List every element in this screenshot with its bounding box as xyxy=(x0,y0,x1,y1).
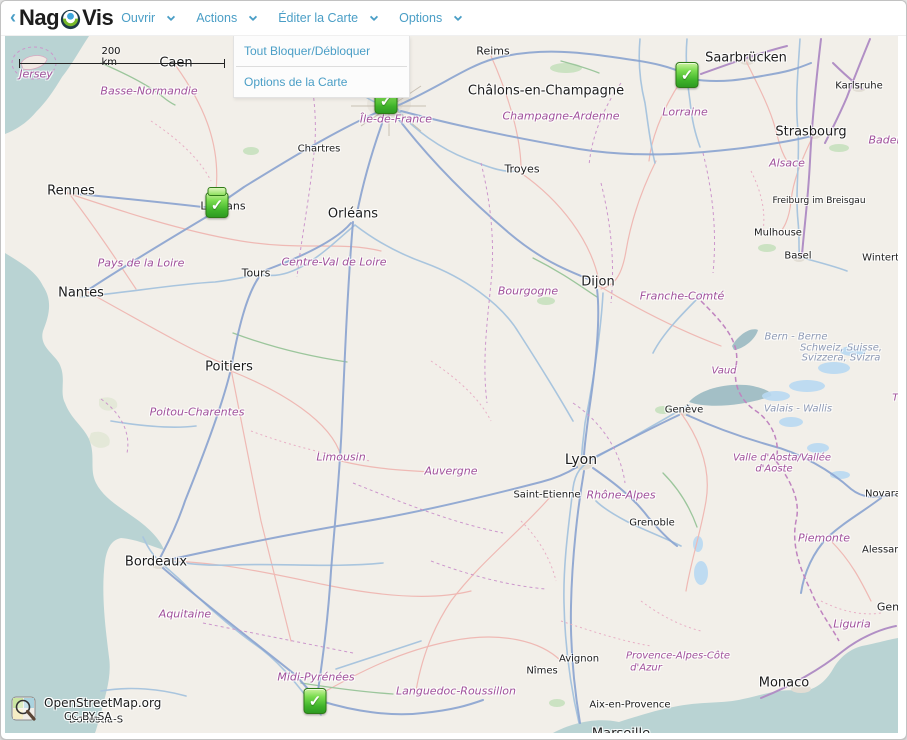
map-marker-ok[interactable]: ✓ xyxy=(304,688,327,714)
map-label-city: Orléans xyxy=(328,207,378,222)
osm-attribution: OpenStreetMap.org CC-BY-SA xyxy=(11,696,161,723)
map-label-region: Rhône-Alpes xyxy=(586,489,655,502)
map-label-city: Bordeaux xyxy=(125,555,187,570)
map-marker-ok[interactable]: ✓ xyxy=(206,192,229,218)
menu-options[interactable]: Options xyxy=(399,11,461,25)
menu-editer-la-carte[interactable]: Éditer la Carte xyxy=(278,11,377,25)
main-menu: Ouvrir Actions Éditer la Carte Options xyxy=(121,11,461,25)
logo-text-prefix: Nag xyxy=(19,5,59,31)
map-label-region: Franche-Comté xyxy=(640,290,725,303)
map-label-city: Tours xyxy=(242,267,271,280)
map-label-region: Lorraine xyxy=(662,106,707,119)
globe-icon xyxy=(60,9,81,30)
map-label-region: Jersey xyxy=(19,68,53,81)
map-label-city: Monaco xyxy=(759,676,809,691)
map-label-city: Strasbourg xyxy=(775,125,846,140)
check-icon: ✓ xyxy=(309,692,322,710)
chevron-down-icon xyxy=(454,12,462,20)
map-label-region: Basse-Normandie xyxy=(100,85,197,98)
menu-actions-label: Actions xyxy=(196,11,237,25)
map-label-country: Svizzera, Svizra xyxy=(802,353,881,364)
map-label-region: Champagne-Ardenne xyxy=(502,110,619,123)
back-arrow-icon[interactable]: ‹ xyxy=(10,7,16,28)
chevron-down-icon xyxy=(370,12,378,20)
map-label-city: Saint-Etienne xyxy=(513,490,580,501)
map-overlay: CaenReimsSaarbrückenChâlons-en-Champagne… xyxy=(5,36,898,733)
map-label-region: Provence-Alpes-Côte xyxy=(626,651,730,662)
map-label-region: Ticino xyxy=(892,393,898,404)
map-label-region: Languedoc-Roussillon xyxy=(396,685,516,698)
map-label-city: Basel xyxy=(784,251,811,262)
map-label-city: Nantes xyxy=(58,286,104,301)
map-label-region: Piemonte xyxy=(798,532,850,545)
chevron-down-icon xyxy=(167,12,175,20)
map-label-city: Grenoble xyxy=(629,518,675,529)
map-label-city: Poitiers xyxy=(205,360,253,375)
check-icon: ✓ xyxy=(681,66,694,84)
map-label-region: Valle d'Aosta/Vallée xyxy=(733,453,831,464)
map-label-city: Mulhouse xyxy=(754,228,802,239)
map-label-country: Bern - Berne xyxy=(764,332,827,343)
map-label-region: Vaud xyxy=(711,366,736,377)
map-label-city: Saarbrücken xyxy=(705,51,787,66)
menu-actions[interactable]: Actions xyxy=(196,11,256,25)
map-label-city: Lyon xyxy=(565,452,597,468)
edit-map-dropdown: Tout Bloquer/Débloquer Options de la Car… xyxy=(233,36,410,98)
map-label-country: Valais - Wallis xyxy=(764,404,832,415)
map-label-city: Alessandria xyxy=(862,545,898,556)
openstreetmap-logo-icon[interactable] xyxy=(11,696,38,723)
map-label-region: Auvergne xyxy=(424,465,477,478)
menu-options-label: Options xyxy=(399,11,442,25)
map-label-city: Reims xyxy=(476,45,509,58)
map-label-region: Poitou-Charentes xyxy=(150,406,245,419)
osm-license: CC-BY-SA xyxy=(64,711,161,723)
menu-ouvrir[interactable]: Ouvrir xyxy=(121,11,174,25)
map-label-city: Freiburg im Breisgau xyxy=(772,196,865,206)
nagvis-window: ‹ Nag Vis Ouvrir Actions Éditer la Carte xyxy=(0,0,907,740)
map-label-region: Limousin xyxy=(316,451,365,464)
map-label-region: Bourgogne xyxy=(498,285,558,298)
osm-link[interactable]: OpenStreetMap.org xyxy=(44,696,161,710)
map-label-city: Dijon xyxy=(581,275,614,290)
map-label-region: Île-de-France xyxy=(360,113,432,126)
chevron-down-icon xyxy=(249,12,257,20)
menu-editer-label: Éditer la Carte xyxy=(278,11,358,25)
map-label-city: Genève xyxy=(665,405,703,416)
nagvis-logo[interactable]: Nag Vis xyxy=(19,5,113,31)
map-label-city: Avignon xyxy=(559,654,599,665)
map-label-region: Liguria xyxy=(833,618,870,631)
map-label-region: Midi-Pyrénées xyxy=(277,671,354,684)
map-label-city: Novara xyxy=(865,489,898,500)
logo-text-suffix: Vis xyxy=(82,5,113,31)
scale-label: 200 km xyxy=(101,46,120,68)
header-bar: ‹ Nag Vis Ouvrir Actions Éditer la Carte xyxy=(1,1,906,36)
map-label-city: Aix-en-Provence xyxy=(589,700,670,711)
map-label-region: d'Azur xyxy=(630,663,662,674)
map-label-city: Chartres xyxy=(298,144,341,155)
map-area: 200 km CaenReimsSaarbrückenChâlons-en-Ch… xyxy=(5,36,898,733)
map-label-region: Aquitaine xyxy=(159,608,211,621)
map-label-region: Centre-Val de Loire xyxy=(281,256,386,269)
map-label-city: Winterthur xyxy=(862,253,898,264)
map-label-region: d'Aoste xyxy=(755,464,792,475)
map-label-city: Marseille xyxy=(592,727,650,734)
map-label-city: Karlsruhe xyxy=(835,81,883,92)
map-label-city: Genova xyxy=(877,601,898,614)
map-label-region: Baden xyxy=(868,134,898,147)
map-label-city: Châlons-en-Champagne xyxy=(468,84,624,99)
map-label-city: Rennes xyxy=(47,184,95,199)
map-marker-ok[interactable]: ✓ xyxy=(676,62,699,88)
check-icon: ✓ xyxy=(211,196,224,214)
map-label-region: Alsace xyxy=(769,157,805,170)
map-label-city: Nîmes xyxy=(526,666,557,677)
map-label-city: Troyes xyxy=(504,163,539,176)
map-label-region: Pays de la Loire xyxy=(98,257,185,270)
menu-item-tout-bloquer[interactable]: Tout Bloquer/Débloquer xyxy=(234,36,409,66)
scale-line xyxy=(19,63,225,64)
menu-item-options-carte[interactable]: Options de la Carte xyxy=(234,67,409,97)
menu-ouvrir-label: Ouvrir xyxy=(121,11,155,25)
